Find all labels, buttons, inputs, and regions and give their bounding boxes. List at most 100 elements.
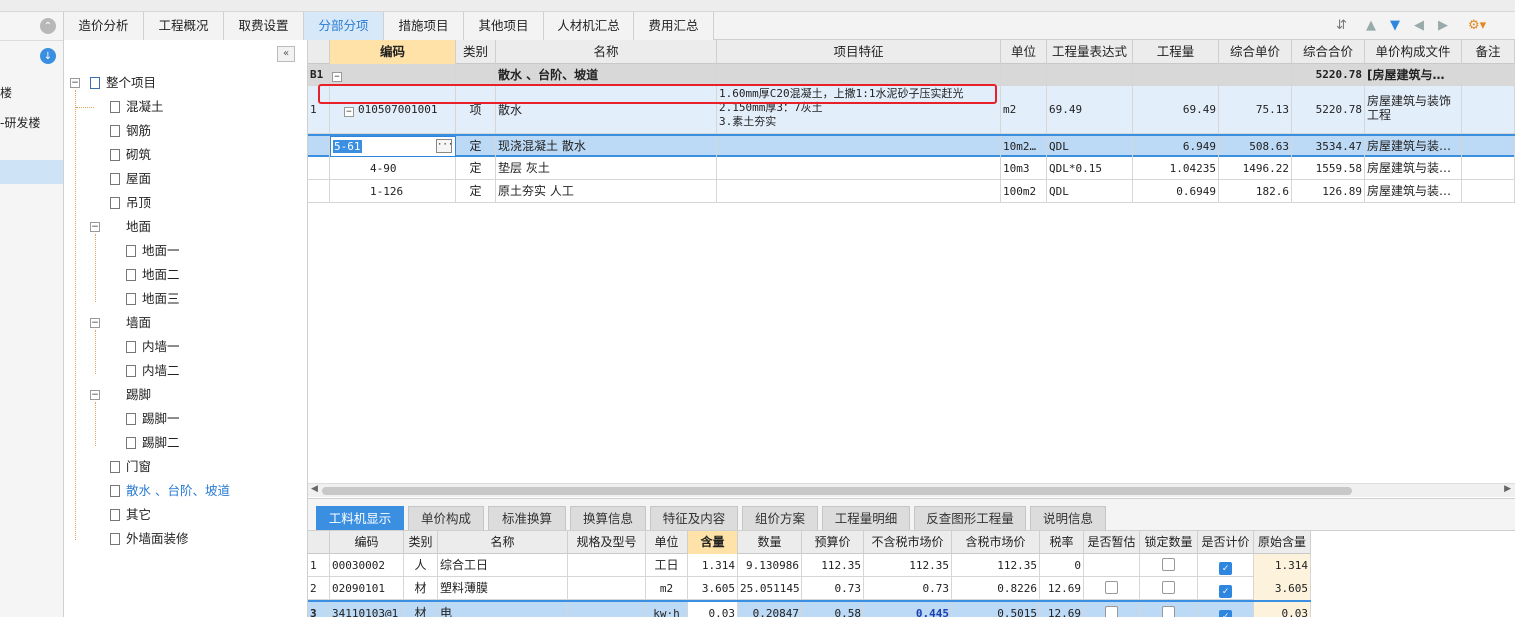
res-col-budget[interactable]: 预算价	[802, 531, 864, 554]
tree-node-concrete[interactable]: 混凝土	[110, 97, 164, 117]
res-spec[interactable]	[568, 602, 646, 617]
move-right-icon[interactable]: ▶	[1438, 18, 1448, 33]
priced-checkbox[interactable]: ✓	[1219, 610, 1232, 617]
res-col-estimate[interactable]: 是否暂估	[1084, 531, 1140, 554]
tree-node-wall[interactable]: 墙面	[126, 313, 151, 333]
res-content[interactable]: 0.03	[688, 602, 738, 617]
col-header-feature[interactable]: 项目特征	[717, 40, 1001, 64]
resource-row[interactable]: 1 00030002 人 综合工日 工日 1.314 9.130986 112.…	[308, 554, 1311, 577]
left-nav-selected-item[interactable]	[0, 160, 63, 184]
tab-sub-items[interactable]: 分部分项	[304, 12, 384, 40]
res-content[interactable]: 1.314	[688, 554, 738, 577]
tree-node-rebar[interactable]: 钢筋	[110, 121, 151, 141]
res-col-orig[interactable]: 原始含量	[1254, 531, 1311, 554]
tree-expander-floor[interactable]: −	[90, 222, 100, 232]
res-col-ex-tax[interactable]: 不含税市场价	[864, 531, 952, 554]
scroll-left-icon[interactable]: ◀	[311, 484, 318, 494]
tab-resource-summary[interactable]: 人材机汇总	[544, 12, 634, 40]
res-spec[interactable]	[568, 554, 646, 577]
quota-unit[interactable]: 10m2…	[1001, 136, 1047, 157]
scroll-thumb[interactable]	[322, 487, 1352, 495]
btab-features-content[interactable]: 特征及内容	[650, 506, 738, 530]
res-col-code[interactable]: 编码	[330, 531, 404, 554]
quota-code-editor[interactable]: 5-61 ···	[330, 136, 456, 157]
quota-remark-cell[interactable]	[1462, 180, 1515, 203]
horizontal-scrollbar[interactable]: ◀ ▶	[308, 483, 1515, 497]
quota-expr[interactable]: QDL	[1047, 136, 1133, 157]
res-in-tax[interactable]: 112.35	[952, 554, 1040, 577]
tree-node-floor2[interactable]: 地面二	[126, 265, 180, 285]
res-name[interactable]: 塑料薄膜	[438, 577, 568, 600]
scroll-right-icon[interactable]: ▶	[1504, 484, 1511, 494]
tree-node-root[interactable]: 整个项目	[90, 73, 156, 93]
priced-checkbox[interactable]: ✓	[1219, 585, 1232, 598]
tab-other-items[interactable]: 其他项目	[464, 12, 544, 40]
tree-node-floor[interactable]: 地面	[126, 217, 151, 237]
tree-node-floor1[interactable]: 地面一	[126, 241, 180, 261]
column-settings-icon[interactable]: ⇵	[1336, 18, 1347, 33]
col-header-qty[interactable]: 工程量	[1133, 40, 1219, 64]
quota-row-selected[interactable]: 5-61 ··· 定 现浇混凝土 散水 10m2… QDL 6.949 508.…	[308, 134, 1515, 157]
tree-expander-skirting[interactable]: −	[90, 390, 100, 400]
tab-fee-summary[interactable]: 费用汇总	[634, 12, 714, 40]
res-col-qty[interactable]: 数量	[738, 531, 802, 554]
col-header-expr[interactable]: 工程量表达式	[1047, 40, 1133, 64]
res-rate[interactable]: 12.69	[1040, 602, 1084, 617]
quota-feature-cell[interactable]	[717, 157, 1001, 180]
tree-node-other[interactable]: 其它	[110, 505, 151, 525]
quota-row[interactable]: 4-90 定 垫层 灰土 10m3 QDL*0.15 1.04235 1496.…	[308, 157, 1515, 180]
estimate-checkbox[interactable]	[1105, 606, 1118, 617]
estimate-checkbox[interactable]	[1105, 581, 1118, 594]
tab-project-overview[interactable]: 工程概况	[144, 12, 224, 40]
btab-pricing-plan[interactable]: 组价方案	[742, 506, 818, 530]
quota-expr[interactable]: QDL*0.15	[1047, 157, 1133, 180]
resource-row-selected[interactable]: 3 34110103@1 材 电 kw·h 0.03 0.20847 0.58 …	[308, 600, 1311, 617]
btab-description[interactable]: 说明信息	[1030, 506, 1106, 530]
res-code[interactable]: 34110103@1	[330, 602, 404, 617]
tab-cost-analysis[interactable]: 造价分析	[64, 12, 144, 40]
res-name[interactable]: 电	[438, 602, 568, 617]
res-col-spec[interactable]: 规格及型号	[568, 531, 646, 554]
res-unit[interactable]: 工日	[646, 554, 688, 577]
quota-name[interactable]: 现浇混凝土 散水	[496, 136, 717, 157]
tree-node-exterior[interactable]: 外墙面装修	[110, 529, 189, 549]
quota-file[interactable]: 房屋建筑与装…	[1365, 136, 1462, 157]
quota-remark-cell[interactable]	[1462, 136, 1515, 157]
res-in-tax[interactable]: 0.8226	[952, 577, 1040, 600]
tab-fee-settings[interactable]: 取费设置	[224, 12, 304, 40]
btab-price-composition[interactable]: 单价构成	[408, 506, 484, 530]
btab-graphic-quantity[interactable]: 反查图形工程量	[914, 506, 1026, 530]
quota-remark-cell[interactable]	[1462, 157, 1515, 180]
res-ex-tax[interactable]: 0.445	[864, 602, 952, 617]
tab-measures[interactable]: 措施项目	[384, 12, 464, 40]
res-code[interactable]: 02090101	[330, 577, 404, 600]
left-nav-item-rd-building[interactable]: -研发楼	[0, 114, 63, 131]
collapse-panel-icon[interactable]: «	[277, 46, 295, 62]
lock-checkbox[interactable]	[1162, 558, 1175, 571]
quota-feature-cell[interactable]	[717, 180, 1001, 203]
col-header-remark[interactable]: 备注	[1462, 40, 1515, 64]
res-col-rate[interactable]: 税率	[1040, 531, 1084, 554]
priced-checkbox[interactable]: ✓	[1219, 562, 1232, 575]
lock-checkbox[interactable]	[1162, 581, 1175, 594]
res-col-content[interactable]: 含量	[688, 531, 738, 554]
col-header-price[interactable]: 综合单价	[1219, 40, 1292, 64]
res-code[interactable]: 00030002	[330, 554, 404, 577]
col-header-file[interactable]: 单价构成文件	[1365, 40, 1462, 64]
quota-feature-cell[interactable]	[717, 136, 1001, 157]
btab-resource-display[interactable]: 工料机显示	[316, 506, 404, 530]
btab-conversion-info[interactable]: 换算信息	[570, 506, 646, 530]
quota-unit[interactable]: 100m2	[1001, 180, 1047, 203]
res-unit[interactable]: m2	[646, 577, 688, 600]
btab-standard-conversion[interactable]: 标准换算	[488, 506, 566, 530]
move-down-icon[interactable]: ▼	[1390, 18, 1400, 33]
more-options-icon[interactable]: ···	[436, 139, 453, 153]
quota-name[interactable]: 原土夯实 人工	[496, 180, 717, 203]
tree-node-wall-in1[interactable]: 内墙一	[126, 337, 180, 357]
item-unit[interactable]: m2	[1001, 86, 1047, 134]
tree-node-ceiling[interactable]: 吊顶	[110, 193, 151, 213]
tree-node-masonry[interactable]: 砌筑	[110, 145, 151, 165]
quota-unit[interactable]: 10m3	[1001, 157, 1047, 180]
item-expr[interactable]: 69.49	[1047, 86, 1133, 134]
res-col-type[interactable]: 类别	[404, 531, 438, 554]
